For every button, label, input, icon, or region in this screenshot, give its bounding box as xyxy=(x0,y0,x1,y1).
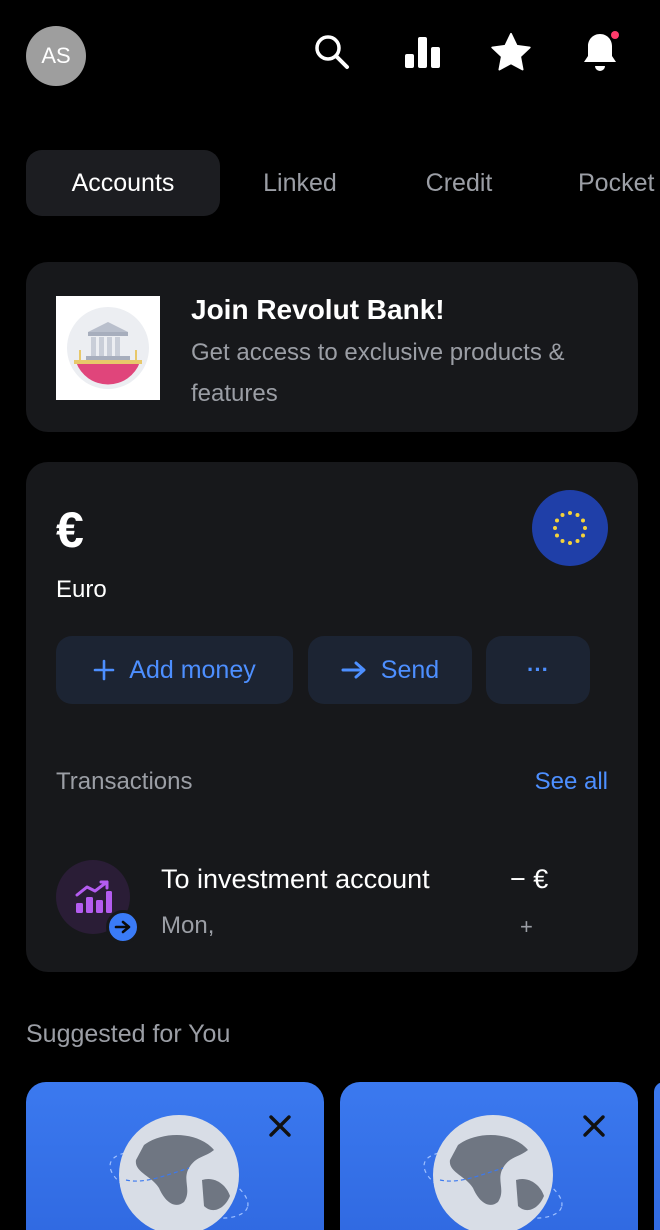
transaction-date: Mon, xyxy=(161,912,215,939)
send-label: Send xyxy=(380,655,440,684)
add-money-button[interactable]: Add money xyxy=(56,636,293,704)
transaction-amount: − € xyxy=(510,864,549,894)
tab-pockets[interactable]: Pocket xyxy=(538,150,660,216)
suggestion-card[interactable] xyxy=(26,1082,324,1230)
transaction-name[interactable]: To investment account xyxy=(161,864,430,895)
more-button[interactable]: ··· xyxy=(486,636,590,704)
globe-icon xyxy=(423,1115,563,1230)
bank-illustration xyxy=(56,296,160,400)
see-all-link[interactable]: See all xyxy=(535,768,608,796)
eu-flag-icon xyxy=(532,490,608,566)
join-subtitle: Get access to exclusive products & featu… xyxy=(191,339,565,407)
account-tabs: Accounts Linked Credit Pocket xyxy=(26,150,660,216)
notification-dot xyxy=(611,31,619,39)
transactions-title: Transactions xyxy=(56,768,193,795)
suggested-title: Suggested for You xyxy=(26,1020,231,1048)
search-icon[interactable] xyxy=(310,28,354,76)
avatar[interactable]: AS xyxy=(26,26,86,86)
tab-linked[interactable]: Linked xyxy=(220,150,380,216)
join-title: Join Revolut Bank! xyxy=(191,294,445,325)
join-bank-card[interactable]: Join Revolut Bank! Get access to exclusi… xyxy=(26,262,638,432)
euro-currency-icon: € xyxy=(56,502,84,558)
close-icon[interactable] xyxy=(266,1112,294,1140)
close-icon[interactable] xyxy=(580,1112,608,1140)
arrow-right-icon xyxy=(341,661,366,679)
chart-icon[interactable] xyxy=(400,28,444,76)
globe-icon xyxy=(109,1115,249,1230)
plus-icon xyxy=(93,659,115,681)
suggestion-card[interactable] xyxy=(340,1082,638,1230)
add-money-label: Add money xyxy=(129,655,256,684)
euro-account-card[interactable]: € Euro Add money Send ··· Transactions S… xyxy=(26,462,638,972)
transfer-arrow-icon xyxy=(106,910,140,944)
tab-credit[interactable]: Credit xyxy=(380,150,538,216)
tab-accounts[interactable]: Accounts xyxy=(26,150,220,216)
suggestion-card-partial[interactable] xyxy=(654,1082,660,1230)
bell-icon[interactable] xyxy=(578,28,622,76)
transaction-subamount: + xyxy=(520,914,533,939)
more-dots-icon: ··· xyxy=(527,657,549,682)
account-name: Euro xyxy=(56,576,107,603)
star-icon[interactable] xyxy=(489,28,533,76)
send-button[interactable]: Send xyxy=(308,636,472,704)
